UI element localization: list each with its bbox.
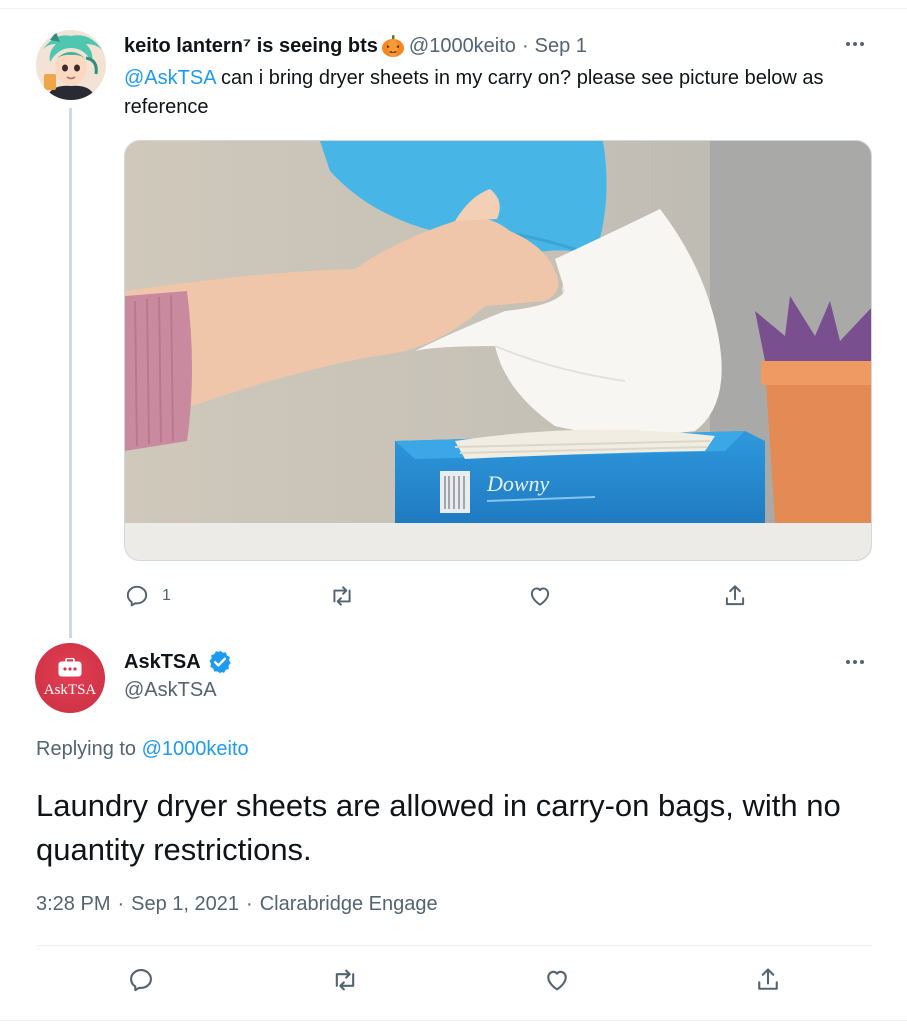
more-icon[interactable]	[841, 34, 869, 54]
bottom-border	[0, 1020, 907, 1021]
meta-separator: ·	[117, 893, 125, 915]
tweet1-media-image[interactable]: Downy	[124, 140, 872, 561]
like-icon	[530, 587, 550, 606]
reply-button[interactable]	[127, 962, 155, 998]
replying-handle-link[interactable]: @1000keito	[142, 738, 249, 760]
retweet-icon	[333, 586, 351, 606]
tweet2-time[interactable]: 3:28 PM	[36, 893, 110, 915]
tweet1-body: can i bring dryer sheets in my carry on?…	[124, 67, 824, 118]
share-icon	[725, 585, 745, 606]
reply-icon	[126, 585, 148, 607]
verified-badge-icon	[209, 650, 231, 674]
tweet1-display-name[interactable]: keito lantern⁷ is seeing bts	[124, 35, 378, 58]
replying-prefix: Replying to	[36, 738, 142, 760]
retweet-button[interactable]	[329, 578, 355, 614]
avatar-asktsa[interactable]: AskTSA	[35, 643, 105, 713]
retweet-button[interactable]	[331, 962, 359, 998]
divider	[36, 945, 873, 946]
replying-to: Replying to @1000keito	[36, 738, 249, 761]
avatar-asktsa-text: AskTSA	[43, 682, 97, 698]
tweet2-meta: 3:28 PM · Sep 1, 2021 · Clarabridge Engage	[36, 893, 438, 916]
tweet2-display-name[interactable]: AskTSA	[124, 651, 201, 674]
tweet1-date[interactable]: Sep 1	[535, 35, 587, 58]
share-button[interactable]	[754, 962, 782, 998]
tweet2-header: AskTSA	[124, 648, 233, 676]
reply-button[interactable]: 1	[124, 578, 171, 614]
like-button[interactable]	[527, 578, 553, 614]
more-icon[interactable]	[841, 652, 869, 672]
avatar-keito[interactable]	[36, 30, 106, 100]
tweet2-source: Clarabridge Engage	[259, 893, 438, 915]
tweet1-mention[interactable]: @AskTSA	[124, 67, 215, 89]
tweet2-text: Laundry dryer sheets are allowed in carr…	[36, 788, 841, 867]
retweet-icon	[335, 969, 355, 991]
dryer-sheets-photo: Downy	[125, 141, 871, 560]
tweet2-date[interactable]: Sep 1, 2021	[131, 893, 239, 915]
tweet1-separator: ·	[521, 34, 529, 57]
share-icon	[758, 968, 778, 990]
like-button[interactable]	[543, 962, 571, 998]
tweet1-text: @AskTSA can i bring dryer sheets in my c…	[124, 64, 884, 122]
reply-count: 1	[162, 587, 171, 604]
tweet2-handle[interactable]: @AskTSA	[124, 679, 217, 702]
top-border	[0, 8, 907, 9]
meta-separator: ·	[246, 893, 253, 915]
reply-icon	[130, 969, 152, 992]
share-button[interactable]	[722, 578, 748, 614]
tweet1-handle[interactable]: @1000keito	[409, 35, 516, 58]
pumpkin-icon	[381, 35, 404, 57]
tweet1-action-bar: 1	[124, 578, 764, 614]
tweet1-header: keito lantern⁷ is seeing bts @1000keito …	[124, 32, 587, 60]
thread-connector-line	[69, 108, 72, 638]
box-brand-text: Downy	[486, 471, 550, 496]
like-icon	[547, 970, 567, 991]
tweet2-action-bar	[36, 962, 873, 1002]
avatar-illustration	[36, 30, 106, 100]
briefcase-icon	[58, 658, 82, 677]
